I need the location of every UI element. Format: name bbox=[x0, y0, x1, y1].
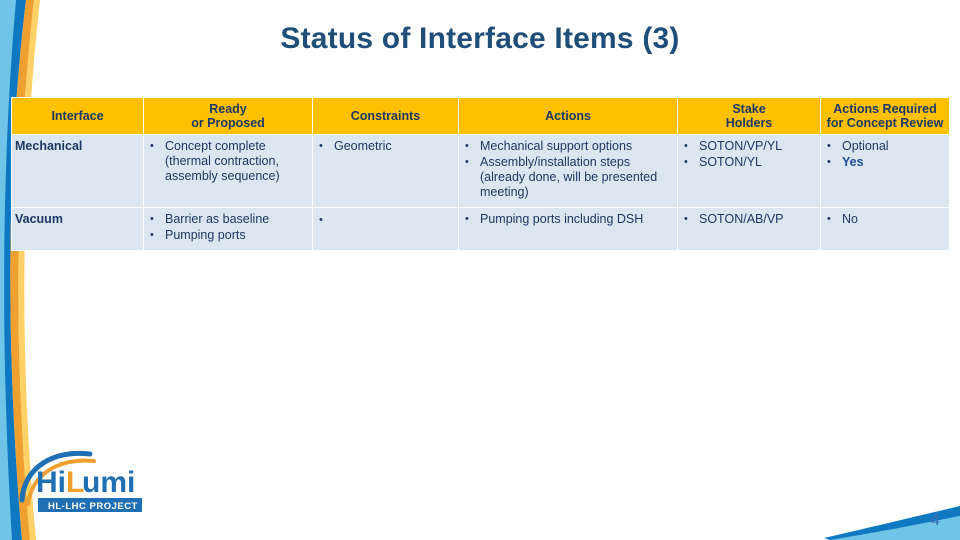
list-item: Optional bbox=[824, 138, 946, 154]
header-line: Holders bbox=[725, 116, 773, 130]
cell-actions-required: Optional Yes bbox=[820, 134, 950, 208]
column-header-interface: Interface bbox=[11, 97, 144, 135]
list-item: SOTON/YL bbox=[681, 154, 817, 170]
header-line: Interface bbox=[51, 109, 104, 123]
cell-constraints: Geometric bbox=[312, 134, 459, 208]
cell-ready: Barrier as baseline Pumping ports bbox=[143, 207, 313, 251]
svg-text:HL-LHC PROJECT: HL-LHC PROJECT bbox=[48, 501, 138, 512]
list-item: Assembly/installation steps (already don… bbox=[462, 154, 674, 200]
list-item: No bbox=[824, 211, 946, 227]
cell-stakeholders: SOTON/AB/VP bbox=[677, 207, 821, 251]
list-item: SOTON/AB/VP bbox=[681, 211, 817, 227]
header-line: Constraints bbox=[350, 109, 421, 123]
svg-text:Hi: Hi bbox=[36, 466, 66, 499]
bullet-list: Pumping ports including DSH bbox=[462, 211, 674, 227]
cell-stakeholders: SOTON/VP/YL SOTON/YL bbox=[677, 134, 821, 208]
header-line: Actions Required bbox=[833, 102, 937, 116]
table-body: Mechanical Concept complete (thermal con… bbox=[11, 134, 950, 251]
hilumi-logo: Hi L umi HL-LHC PROJECT bbox=[18, 448, 208, 518]
header-line: for Concept Review bbox=[826, 116, 944, 130]
list-item: Pumping ports bbox=[147, 227, 309, 243]
cell-constraints bbox=[312, 207, 459, 251]
list-item: Geometric bbox=[316, 138, 455, 154]
column-header-constraints: Constraints bbox=[312, 97, 459, 135]
list-item: SOTON/VP/YL bbox=[681, 138, 817, 154]
header-line: Ready bbox=[209, 102, 247, 116]
bullet-list: Optional Yes bbox=[824, 138, 946, 170]
cell-interface: Vacuum bbox=[11, 207, 144, 251]
header-line: Stake bbox=[732, 102, 766, 116]
column-header-actions-required: Actions Required for Concept Review bbox=[820, 97, 950, 135]
bullet-list: Concept complete (thermal contraction, a… bbox=[147, 138, 309, 184]
status-table-wrapper: Interface Ready or Proposed Constraints … bbox=[11, 97, 950, 251]
bullet-list: Mechanical support options Assembly/inst… bbox=[462, 138, 674, 200]
list-item: Yes bbox=[824, 154, 946, 170]
cell-ready: Concept complete (thermal contraction, a… bbox=[143, 134, 313, 208]
list-item: Concept complete (thermal contraction, a… bbox=[147, 138, 309, 184]
bullet-list: No bbox=[824, 211, 946, 227]
column-header-actions: Actions bbox=[458, 97, 678, 135]
status-table: Interface Ready or Proposed Constraints … bbox=[11, 97, 950, 251]
header-line: or Proposed bbox=[191, 116, 265, 130]
column-header-ready-or-proposed: Ready or Proposed bbox=[143, 97, 313, 135]
bullet-list: Barrier as baseline Pumping ports bbox=[147, 211, 309, 243]
cell-actions: Pumping ports including DSH bbox=[458, 207, 678, 251]
table-row: Mechanical Concept complete (thermal con… bbox=[11, 134, 950, 208]
list-item: Mechanical support options bbox=[462, 138, 674, 154]
page-title: Status of Interface Items (3) bbox=[280, 22, 680, 55]
cell-interface: Mechanical bbox=[11, 134, 144, 208]
bullet-list: SOTON/AB/VP bbox=[681, 211, 817, 227]
column-header-stake-holders: Stake Holders bbox=[677, 97, 821, 135]
cell-actions: Mechanical support options Assembly/inst… bbox=[458, 134, 678, 208]
svg-text:umi: umi bbox=[82, 466, 135, 499]
cell-actions-required: No bbox=[820, 207, 950, 251]
list-item: Pumping ports including DSH bbox=[462, 211, 674, 227]
bullet-list: Geometric bbox=[316, 138, 455, 154]
header-line: Actions bbox=[545, 109, 591, 123]
table-row: Vacuum Barrier as baseline Pumping ports… bbox=[11, 207, 950, 251]
bullet-list: SOTON/VP/YL SOTON/YL bbox=[681, 138, 817, 170]
page-number: 4 bbox=[930, 510, 940, 529]
list-item: Barrier as baseline bbox=[147, 211, 309, 227]
table-header-row: Interface Ready or Proposed Constraints … bbox=[11, 97, 950, 135]
